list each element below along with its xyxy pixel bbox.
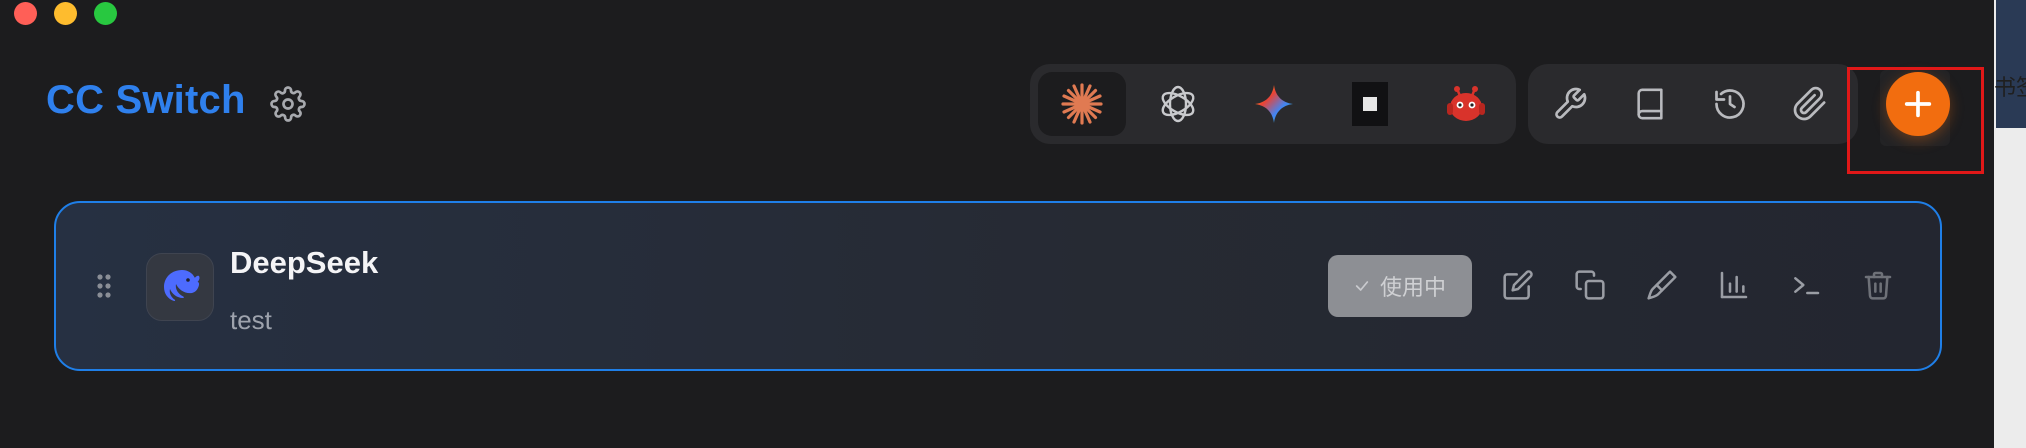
app-window: CC Switch DeepSeek test 使用中	[0, 0, 1994, 448]
attachment-button[interactable]	[1778, 72, 1842, 136]
provider-description: test	[230, 305, 272, 335]
check-icon	[1355, 281, 1369, 291]
in-use-label: 使用中	[1379, 275, 1446, 300]
terminal-icon	[1794, 277, 1820, 295]
app-tab-bot[interactable]	[1422, 72, 1510, 136]
history-button[interactable]	[1698, 72, 1762, 136]
app-switcher	[1030, 64, 1516, 144]
gemini-sparkle-icon	[1255, 85, 1293, 123]
claude-sunburst-icon	[1061, 83, 1103, 125]
test-provider-button[interactable]	[1642, 265, 1682, 305]
openai-knot-icon	[1161, 85, 1195, 123]
edit-provider-button[interactable]	[1498, 265, 1538, 305]
usage-stats-button[interactable]	[1714, 265, 1754, 305]
maximize-window-button[interactable]	[94, 2, 117, 25]
deepseek-whale-icon	[164, 270, 200, 302]
delete-provider-button[interactable]	[1858, 265, 1898, 305]
history-icon	[1715, 89, 1745, 119]
duplicate-provider-button[interactable]	[1570, 265, 1610, 305]
app-tab-gemini[interactable]	[1230, 72, 1318, 136]
provider-name: DeepSeek	[230, 245, 379, 280]
app-tab-openai[interactable]	[1134, 72, 1222, 136]
window-controls	[14, 2, 117, 25]
toolbar	[1528, 64, 1858, 144]
docs-button[interactable]	[1618, 72, 1682, 136]
minimize-window-button[interactable]	[54, 2, 77, 25]
app-tab-terminal[interactable]	[1326, 72, 1414, 136]
terminal-square-icon	[1352, 82, 1388, 126]
brush-icon	[1647, 270, 1677, 300]
background-window-block	[1996, 0, 2026, 128]
close-window-button[interactable]	[14, 2, 37, 25]
drag-handle[interactable]	[96, 273, 112, 304]
highlight-annotation	[1847, 67, 1984, 174]
red-bot-icon	[1447, 86, 1485, 121]
provider-card[interactable]: DeepSeek test 使用中	[54, 201, 1942, 371]
edit-icon	[1503, 270, 1533, 300]
bar-chart-icon	[1720, 271, 1748, 299]
gear-icon	[270, 86, 306, 122]
background-window-edge	[1994, 0, 2026, 448]
in-use-button[interactable]: 使用中	[1328, 255, 1472, 317]
provider-logo	[146, 253, 214, 321]
copy-icon	[1575, 270, 1605, 300]
app-title: CC Switch	[46, 78, 246, 122]
tools-button[interactable]	[1538, 72, 1602, 136]
grip-icon	[97, 274, 111, 298]
paperclip-icon	[1793, 86, 1826, 121]
terminal-button[interactable]	[1786, 265, 1826, 305]
trash-icon	[1864, 271, 1892, 300]
book-icon	[1637, 88, 1663, 120]
background-edge-text: 书签	[1994, 75, 2026, 100]
settings-button[interactable]	[270, 86, 306, 122]
wrench-icon	[1555, 87, 1587, 119]
app-tab-claude[interactable]	[1038, 72, 1126, 136]
